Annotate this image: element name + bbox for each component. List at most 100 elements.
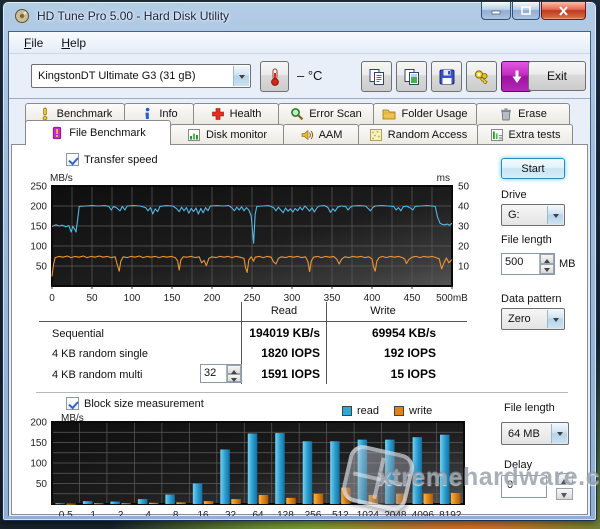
row-label-sequential: Sequential [52,328,104,340]
svg-text:2: 2 [118,510,124,516]
tab-extra-tests[interactable]: Extra tests [477,124,573,145]
stepper-up-icon[interactable] [540,254,554,264]
svg-text:100: 100 [124,293,141,304]
save-icon [438,68,456,86]
tab-label: Benchmark [57,108,113,120]
tab-erase[interactable]: Erase [476,103,570,124]
svg-text:50: 50 [36,262,48,273]
svg-text:0: 0 [49,293,55,304]
block-size-label: Block size measurement [84,398,204,410]
save-screenshot-button[interactable] [431,61,462,92]
file-length2-select[interactable]: 64 MB [501,422,569,445]
file-benchmark-icon [50,126,64,140]
svg-text:16: 16 [198,510,210,516]
options-button[interactable] [466,61,497,92]
svg-text:200: 200 [30,202,47,213]
svg-text:30: 30 [458,222,470,233]
chevron-down-icon[interactable] [233,66,249,86]
menu-help[interactable]: Help [52,34,95,52]
svg-text:64: 64 [252,510,264,516]
svg-text:4: 4 [145,510,151,516]
random-multi-read-value: 1591 IOPS [208,367,320,381]
file-length-label: File length [501,234,552,246]
tab-label: Extra tests [509,129,561,141]
drive-select-value: G: [508,209,520,221]
svg-text:ms: ms [437,173,450,184]
maximize-button[interactable] [512,2,540,20]
svg-text:200: 200 [30,418,47,429]
tab-label: Disk monitor [206,129,267,141]
benchmark-panel: Transfer speed MB/sms2502001501005050403… [11,144,588,515]
start-button-label: Start [521,163,544,175]
tab-disk-monitor[interactable]: Disk monitor [170,124,284,145]
toolbar: KingstonDT Ultimate G3 (31 gB) – °C [9,55,590,98]
tab-label: Health [230,108,262,120]
tab-label: Info [159,108,177,120]
tab-label: Folder Usage [401,108,467,120]
temperature-button[interactable] [260,61,289,92]
tab-label: Erase [518,108,547,120]
svg-text:10: 10 [458,262,470,273]
svg-text:0.5: 0.5 [59,510,73,516]
sequential-write-value: 69954 KB/s [332,326,436,340]
chevron-down-icon[interactable] [547,310,563,328]
read-column-header: Read [243,305,325,317]
minimize-button[interactable] [481,2,511,20]
drive-select[interactable]: G: [501,204,565,226]
copy-screenshot-button[interactable] [396,61,427,92]
temperature-value: – °C [297,68,322,83]
svg-text:150: 150 [30,222,47,233]
chevron-down-icon[interactable] [547,206,563,224]
menu-file[interactable]: File [15,34,52,52]
drive-label: Drive [501,189,527,201]
row-label-random-multi: 4 KB random multi [52,369,142,381]
tab-folder-usage[interactable]: Folder Usage [373,103,477,124]
row-label-random-single: 4 KB random single [52,348,148,360]
tab-label: File Benchmark [69,127,145,139]
folder-icon [382,107,396,121]
sequential-read-value: 194019 KB/s [208,326,320,340]
file-length-stepper[interactable]: 500 [501,253,555,275]
stepper-down-icon[interactable] [540,264,554,274]
close-icon [558,6,569,16]
keys-icon [473,68,491,86]
menu-bar: File Help [9,32,590,54]
maximize-icon [521,6,531,15]
chevron-down-icon[interactable] [551,424,567,443]
extra-tests-icon [490,128,504,142]
device-select[interactable]: KingstonDT Ultimate G3 (31 gB) [31,64,251,88]
tab-label: Error Scan [309,108,362,120]
title-bar[interactable]: HD Tune Pro 5.00 - Hard Disk Utility [3,2,596,31]
svg-text:150: 150 [30,438,47,449]
info-icon [140,107,154,121]
svg-text:50: 50 [458,182,470,193]
svg-text:128: 128 [277,510,294,516]
random-multi-write-value: 15 IOPS [332,367,436,381]
tab-file-benchmark[interactable]: File Benchmark [25,120,171,145]
copy-text-button[interactable] [361,61,392,92]
file-length-unit: MB [559,258,576,270]
svg-text:200: 200 [204,293,221,304]
block-size-checkbox[interactable] [66,397,79,410]
tab-label: Random Access [388,129,467,141]
tab-random-access[interactable]: Random Access [358,124,478,145]
window-title: HD Tune Pro 5.00 - Hard Disk Utility [37,9,229,23]
file-length2-value: 64 MB [508,428,540,440]
close-button[interactable] [541,2,586,20]
client-area: File Help KingstonDT Ultimate G3 (31 gB)… [8,31,591,516]
transfer-speed-checkbox[interactable] [66,153,79,166]
block-size-checkbox-row: Block size measurement [66,397,204,410]
data-pattern-value: Zero [508,313,531,325]
tab-aam[interactable]: AAM [283,124,359,145]
start-button[interactable]: Start [501,158,565,179]
watermark-text: xtremehardware.com [378,463,600,492]
tab-row-2: File Benchmark Disk monitor AAM Random A… [25,124,572,145]
svg-text:1024: 1024 [357,510,380,516]
tab-health[interactable]: Health [193,103,279,124]
data-pattern-select[interactable]: Zero [501,308,565,330]
exit-button-label: Exit [547,69,567,83]
tab-error-scan[interactable]: Error Scan [278,103,374,124]
transfer-speed-label: Transfer speed [84,154,158,166]
svg-text:100: 100 [30,242,47,253]
exit-button[interactable]: Exit [528,61,586,91]
